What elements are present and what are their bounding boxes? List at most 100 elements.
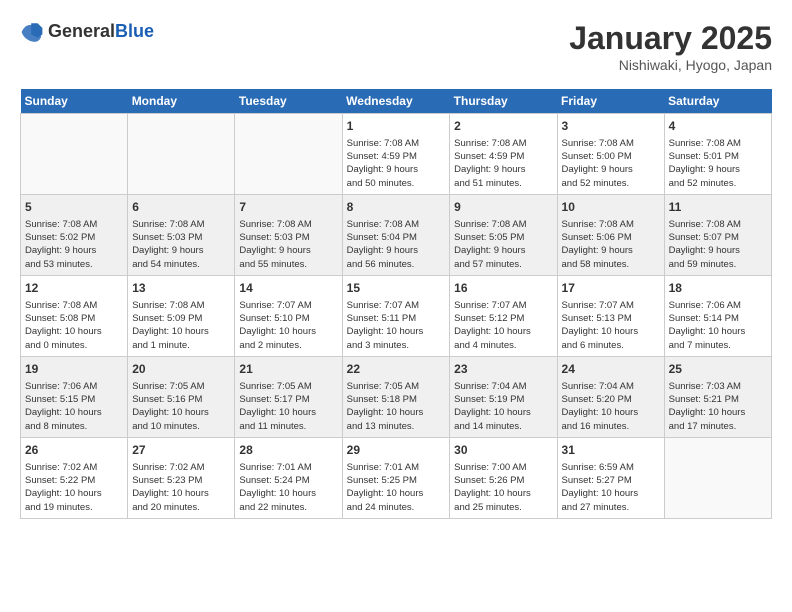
month-title: January 2025	[569, 20, 772, 57]
calendar-week-row: 1 Sunrise: 7:08 AM Sunset: 4:59 PM Daylig…	[21, 114, 772, 195]
day-info: Sunrise: 7:01 AM Sunset: 5:25 PM Dayligh…	[347, 461, 446, 514]
table-row: 9 Sunrise: 7:08 AM Sunset: 5:05 PM Daylig…	[450, 194, 557, 275]
table-row: 15 Sunrise: 7:07 AM Sunset: 5:11 PM Dayli…	[342, 275, 450, 356]
day-number: 18	[669, 280, 767, 297]
calendar-week-row: 5 Sunrise: 7:08 AM Sunset: 5:02 PM Daylig…	[21, 194, 772, 275]
table-row: 10 Sunrise: 7:08 AM Sunset: 5:06 PM Dayli…	[557, 194, 664, 275]
day-number: 27	[132, 442, 230, 459]
day-info: Sunrise: 7:07 AM Sunset: 5:13 PM Dayligh…	[562, 299, 660, 352]
day-number: 26	[25, 442, 123, 459]
table-row: 2 Sunrise: 7:08 AM Sunset: 4:59 PM Daylig…	[450, 114, 557, 195]
table-row: 4 Sunrise: 7:08 AM Sunset: 5:01 PM Daylig…	[664, 114, 771, 195]
table-row: 17Sunrise: 7:07 AM Sunset: 5:13 PM Dayli…	[557, 275, 664, 356]
logo-blue: Blue	[115, 21, 154, 41]
table-row	[235, 114, 342, 195]
day-number: 5	[25, 199, 123, 216]
day-info: Sunrise: 7:08 AM Sunset: 5:02 PM Dayligh…	[25, 218, 123, 271]
table-row: 27 Sunrise: 7:02 AM Sunset: 5:23 PM Dayli…	[128, 437, 235, 518]
day-info: Sunrise: 7:07 AM Sunset: 5:12 PM Dayligh…	[454, 299, 552, 352]
day-info: Sunrise: 7:08 AM Sunset: 5:04 PM Dayligh…	[347, 218, 446, 271]
table-row: 20 Sunrise: 7:05 AM Sunset: 5:16 PM Dayli…	[128, 356, 235, 437]
day-number: 15	[347, 280, 446, 297]
col-sunday: Sunday	[21, 89, 128, 114]
day-number: 23	[454, 361, 552, 378]
calendar-week-row: 26 Sunrise: 7:02 AM Sunset: 5:22 PM Dayli…	[21, 437, 772, 518]
table-row: 5 Sunrise: 7:08 AM Sunset: 5:02 PM Daylig…	[21, 194, 128, 275]
day-number: 28	[239, 442, 337, 459]
day-number: 19	[25, 361, 123, 378]
day-info: Sunrise: 7:05 AM Sunset: 5:18 PM Dayligh…	[347, 380, 446, 433]
day-info: Sunrise: 7:07 AM Sunset: 5:11 PM Dayligh…	[347, 299, 446, 352]
day-info: Sunrise: 7:08 AM Sunset: 5:05 PM Dayligh…	[454, 218, 552, 271]
table-row: 21Sunrise: 7:05 AM Sunset: 5:17 PM Dayli…	[235, 356, 342, 437]
day-info: Sunrise: 7:08 AM Sunset: 4:59 PM Dayligh…	[454, 137, 552, 190]
day-info: Sunrise: 7:08 AM Sunset: 5:00 PM Dayligh…	[562, 137, 660, 190]
table-row: 1Sunrise: 7:08 AM Sunset: 4:59 PM Daylig…	[342, 114, 450, 195]
table-row: 28 Sunrise: 7:01 AM Sunset: 5:24 PM Dayli…	[235, 437, 342, 518]
day-number: 8	[347, 199, 446, 216]
table-row: 6 Sunrise: 7:08 AM Sunset: 5:03 PM Daylig…	[128, 194, 235, 275]
table-row: 29Sunrise: 7:01 AM Sunset: 5:25 PM Dayli…	[342, 437, 450, 518]
table-row: 22Sunrise: 7:05 AM Sunset: 5:18 PM Dayli…	[342, 356, 450, 437]
logo-icon	[20, 20, 44, 44]
day-info: Sunrise: 7:03 AM Sunset: 5:21 PM Dayligh…	[669, 380, 767, 433]
title-block: January 2025 Nishiwaki, Hyogo, Japan	[569, 20, 772, 73]
day-info: Sunrise: 7:08 AM Sunset: 5:06 PM Dayligh…	[562, 218, 660, 271]
day-number: 20	[132, 361, 230, 378]
table-row: 18Sunrise: 7:06 AM Sunset: 5:14 PM Dayli…	[664, 275, 771, 356]
day-number: 4	[669, 118, 767, 135]
day-number: 2	[454, 118, 552, 135]
table-row: 30Sunrise: 7:00 AM Sunset: 5:26 PM Dayli…	[450, 437, 557, 518]
day-number: 7	[239, 199, 337, 216]
table-row	[21, 114, 128, 195]
table-row: 19 Sunrise: 7:06 AM Sunset: 5:15 PM Dayli…	[21, 356, 128, 437]
table-row: 12Sunrise: 7:08 AM Sunset: 5:08 PM Dayli…	[21, 275, 128, 356]
day-number: 24	[562, 361, 660, 378]
day-number: 10	[562, 199, 660, 216]
logo: GeneralBlue	[20, 20, 154, 44]
day-number: 6	[132, 199, 230, 216]
day-info: Sunrise: 7:08 AM Sunset: 5:07 PM Dayligh…	[669, 218, 767, 271]
day-number: 9	[454, 199, 552, 216]
day-number: 25	[669, 361, 767, 378]
col-wednesday: Wednesday	[342, 89, 450, 114]
calendar-header-row: Sunday Monday Tuesday Wednesday Thursday…	[21, 89, 772, 114]
table-row: 3Sunrise: 7:08 AM Sunset: 5:00 PM Daylig…	[557, 114, 664, 195]
col-saturday: Saturday	[664, 89, 771, 114]
col-tuesday: Tuesday	[235, 89, 342, 114]
day-number: 31	[562, 442, 660, 459]
day-info: Sunrise: 7:02 AM Sunset: 5:23 PM Dayligh…	[132, 461, 230, 514]
day-number: 12	[25, 280, 123, 297]
day-info: Sunrise: 7:08 AM Sunset: 5:01 PM Dayligh…	[669, 137, 767, 190]
table-row: 14 Sunrise: 7:07 AM Sunset: 5:10 PM Dayli…	[235, 275, 342, 356]
day-number: 14	[239, 280, 337, 297]
day-info: Sunrise: 7:06 AM Sunset: 5:15 PM Dayligh…	[25, 380, 123, 433]
col-thursday: Thursday	[450, 89, 557, 114]
logo-general: General	[48, 21, 115, 41]
table-row: 31 Sunrise: 6:59 AM Sunset: 5:27 PM Dayli…	[557, 437, 664, 518]
table-row: 13Sunrise: 7:08 AM Sunset: 5:09 PM Dayli…	[128, 275, 235, 356]
table-row: 16 Sunrise: 7:07 AM Sunset: 5:12 PM Dayli…	[450, 275, 557, 356]
day-info: Sunrise: 7:04 AM Sunset: 5:19 PM Dayligh…	[454, 380, 552, 433]
day-number: 21	[239, 361, 337, 378]
day-info: Sunrise: 7:08 AM Sunset: 5:03 PM Dayligh…	[132, 218, 230, 271]
day-number: 13	[132, 280, 230, 297]
location: Nishiwaki, Hyogo, Japan	[569, 57, 772, 73]
table-row: 11 Sunrise: 7:08 AM Sunset: 5:07 PM Dayli…	[664, 194, 771, 275]
table-row: 24 Sunrise: 7:04 AM Sunset: 5:20 PM Dayli…	[557, 356, 664, 437]
day-info: Sunrise: 7:07 AM Sunset: 5:10 PM Dayligh…	[239, 299, 337, 352]
day-number: 16	[454, 280, 552, 297]
day-info: Sunrise: 7:01 AM Sunset: 5:24 PM Dayligh…	[239, 461, 337, 514]
table-row	[664, 437, 771, 518]
day-number: 11	[669, 199, 767, 216]
day-info: Sunrise: 7:02 AM Sunset: 5:22 PM Dayligh…	[25, 461, 123, 514]
day-number: 1	[347, 118, 446, 135]
header: GeneralBlue January 2025 Nishiwaki, Hyog…	[20, 20, 772, 73]
calendar-table: Sunday Monday Tuesday Wednesday Thursday…	[20, 89, 772, 519]
day-number: 30	[454, 442, 552, 459]
table-row	[128, 114, 235, 195]
day-info: Sunrise: 7:05 AM Sunset: 5:16 PM Dayligh…	[132, 380, 230, 433]
calendar-week-row: 12Sunrise: 7:08 AM Sunset: 5:08 PM Dayli…	[21, 275, 772, 356]
day-info: Sunrise: 6:59 AM Sunset: 5:27 PM Dayligh…	[562, 461, 660, 514]
day-info: Sunrise: 7:04 AM Sunset: 5:20 PM Dayligh…	[562, 380, 660, 433]
